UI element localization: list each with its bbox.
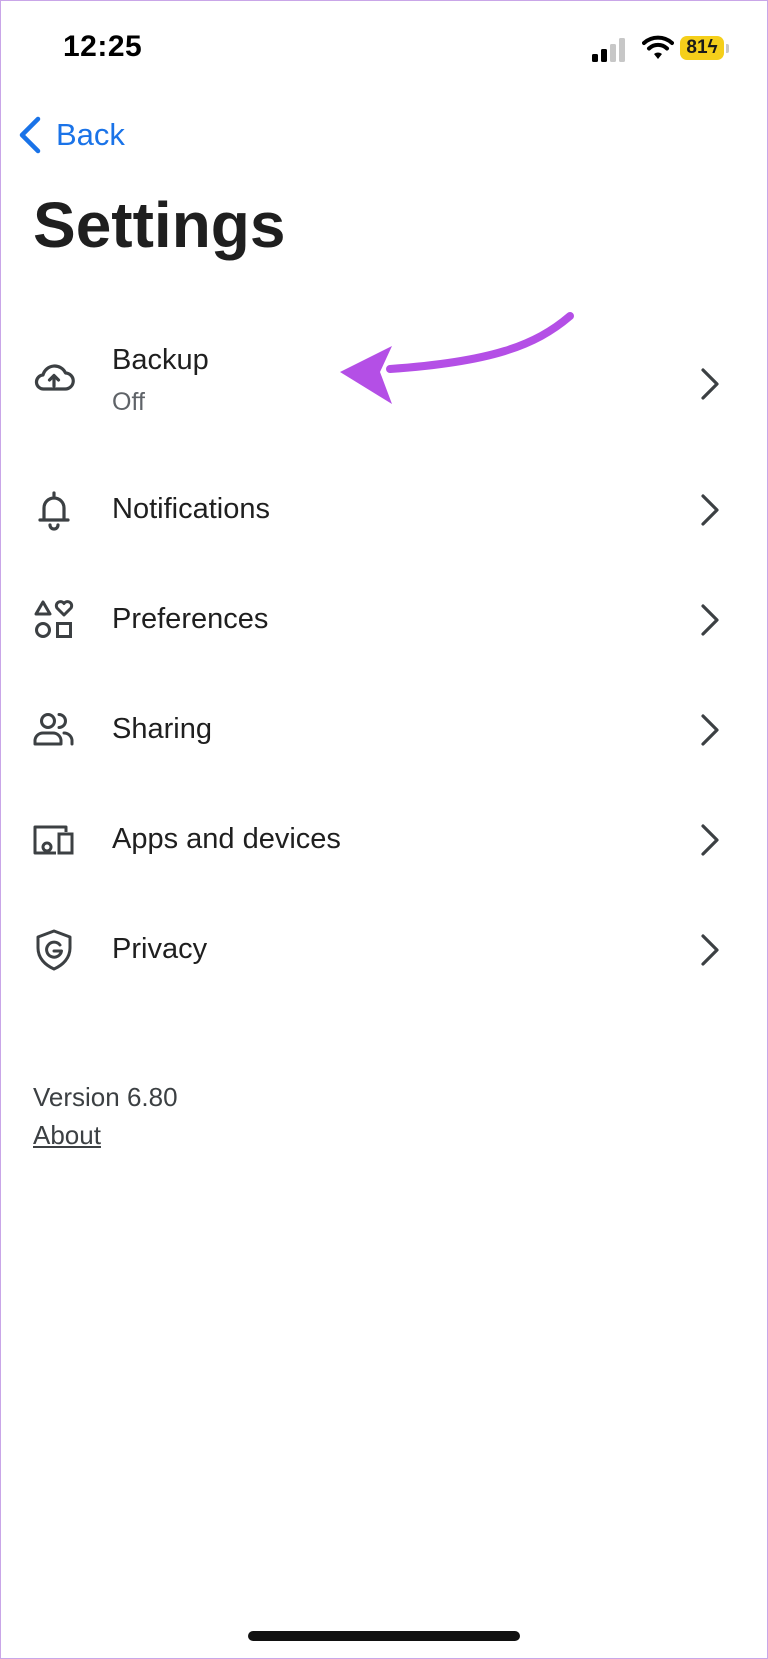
home-indicator[interactable] xyxy=(248,1631,520,1641)
annotation-arrow-icon xyxy=(340,312,574,404)
settings-item-label: Privacy xyxy=(112,933,208,965)
settings-item-label: Apps and devices xyxy=(112,823,341,855)
chevron-left-icon xyxy=(19,116,41,154)
wifi-icon xyxy=(642,35,674,59)
settings-item-label: Preferences xyxy=(112,603,269,635)
chevron-right-icon xyxy=(701,714,719,746)
battery-level: 81 xyxy=(686,37,708,58)
google-shield-icon xyxy=(36,929,72,971)
people-icon xyxy=(33,713,74,746)
back-button[interactable]: Back xyxy=(16,113,125,157)
settings-item-privacy[interactable]: Privacy xyxy=(0,900,768,1000)
status-time: 12:25 xyxy=(63,30,143,63)
back-label: Back xyxy=(56,117,125,152)
settings-item-preferences[interactable]: Preferences xyxy=(0,570,768,670)
battery-icon: 81 ϟ xyxy=(680,36,724,60)
settings-item-sharing[interactable]: Sharing xyxy=(0,680,768,780)
status-bar: 12:25 81 ϟ xyxy=(0,0,768,100)
chevron-right-icon xyxy=(701,604,719,636)
about-link[interactable]: About xyxy=(33,1120,101,1151)
chevron-right-icon xyxy=(701,824,719,856)
settings-item-label: Notifications xyxy=(112,493,270,525)
settings-item-label: Backup xyxy=(112,344,209,376)
shapes-icon xyxy=(34,600,74,638)
settings-item-apps-and-devices[interactable]: Apps and devices xyxy=(0,790,768,890)
settings-item-sublabel: Off xyxy=(112,388,145,416)
chevron-right-icon xyxy=(701,494,719,526)
version-text: Version 6.80 xyxy=(33,1082,178,1112)
bell-icon xyxy=(38,491,70,531)
devices-icon xyxy=(33,825,74,855)
charging-bolt-icon: ϟ xyxy=(707,37,718,58)
battery-nub xyxy=(726,44,729,53)
page-title: Settings xyxy=(33,189,286,261)
chevron-right-icon xyxy=(701,934,719,966)
cloud-upload-icon xyxy=(34,364,75,391)
settings-item-notifications[interactable]: Notifications xyxy=(0,460,768,560)
chevron-right-icon xyxy=(701,368,719,400)
cellular-signal-icon xyxy=(592,38,625,62)
settings-item-label: Sharing xyxy=(112,713,212,745)
